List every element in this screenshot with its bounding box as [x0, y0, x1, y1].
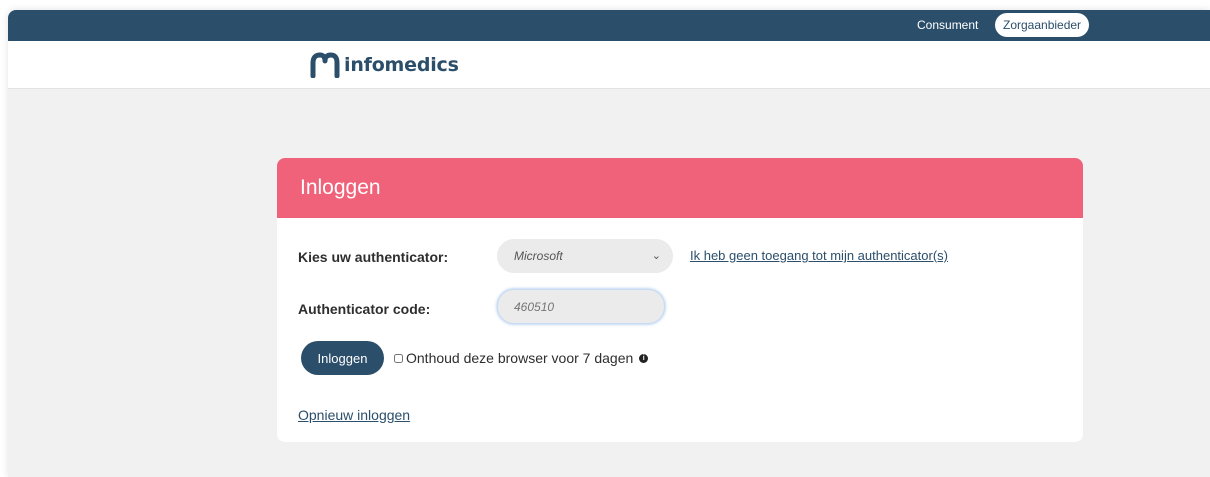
infomedics-logo[interactable]: infomedics	[310, 52, 459, 78]
login-button[interactable]: Inloggen	[301, 341, 384, 375]
provider-tab[interactable]: Zorgaanbieder	[995, 13, 1090, 37]
no-access-link[interactable]: Ik heb geen toegang tot mijn authenticat…	[690, 248, 948, 263]
login-card-header: Inloggen	[277, 158, 1083, 218]
authenticator-select[interactable]: Microsoft ⌄	[497, 239, 673, 273]
logo-text: infomedics	[344, 54, 459, 76]
remember-browser-label: Onthoud deze browser voor 7 dagen	[406, 350, 634, 366]
logo-mark-icon	[310, 52, 340, 78]
page-frame: Consument Zorgaanbieder infomedics Inlog…	[8, 10, 1210, 477]
relogin-link[interactable]: Opnieuw inloggen	[298, 407, 410, 423]
authenticator-code-input[interactable]	[497, 289, 665, 324]
remember-browser-checkbox[interactable]	[394, 353, 403, 363]
remember-browser-option[interactable]: Onthoud deze browser voor 7 dagen i	[394, 350, 649, 366]
info-icon[interactable]: i	[639, 353, 649, 363]
login-title: Inloggen	[300, 176, 381, 199]
login-card: Inloggen Kies uw authenticator: Microsof…	[277, 158, 1083, 442]
authenticator-label: Kies uw authenticator:	[298, 249, 449, 265]
site-header: infomedics	[8, 41, 1210, 89]
authenticator-code-label: Authenticator code:	[298, 301, 431, 317]
top-bar: Consument Zorgaanbieder	[8, 10, 1210, 41]
authenticator-selected-value: Microsoft	[514, 249, 563, 263]
consumer-link[interactable]: Consument	[917, 18, 978, 32]
chevron-down-icon: ⌄	[651, 250, 661, 262]
